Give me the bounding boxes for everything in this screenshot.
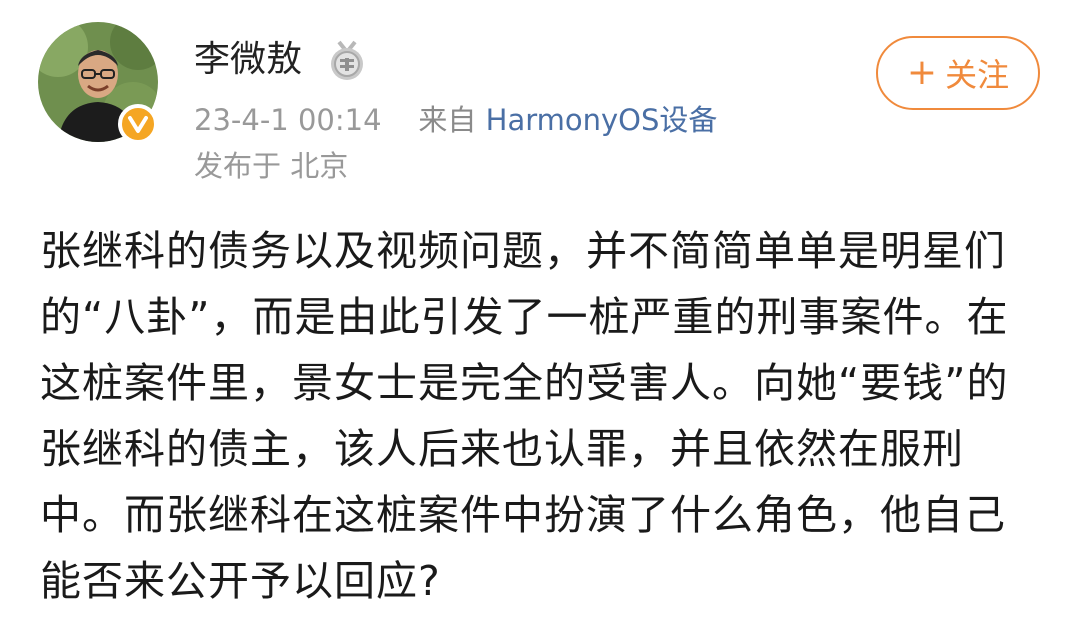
post-time: 23-4-1 00:14 — [194, 103, 382, 137]
post-meta: 23-4-1 00:14 来自 HarmonyOS设备 — [194, 100, 717, 140]
weibo-post: 李微敖 23-4-1 00:14 来自 HarmonyOS设备 发布于 北京 +… — [0, 0, 1080, 621]
post-content: 张继科的债务以及视频问题，并不简简单单是明星们的“八卦”，而是由此引发了一桩严重… — [40, 227, 1009, 605]
follow-button[interactable]: + 关注 — [876, 36, 1040, 110]
source-prefix: 来自 — [418, 103, 477, 137]
verified-v-icon — [118, 104, 158, 144]
follow-label: 关注 — [945, 56, 1010, 94]
device-link[interactable]: HarmonyOS设备 — [486, 103, 718, 137]
medal-icon[interactable] — [326, 40, 368, 82]
author-name[interactable]: 李微敖 — [194, 36, 302, 84]
plus-icon: + — [906, 52, 938, 93]
post-location: 发布于 北京 — [194, 149, 349, 183]
